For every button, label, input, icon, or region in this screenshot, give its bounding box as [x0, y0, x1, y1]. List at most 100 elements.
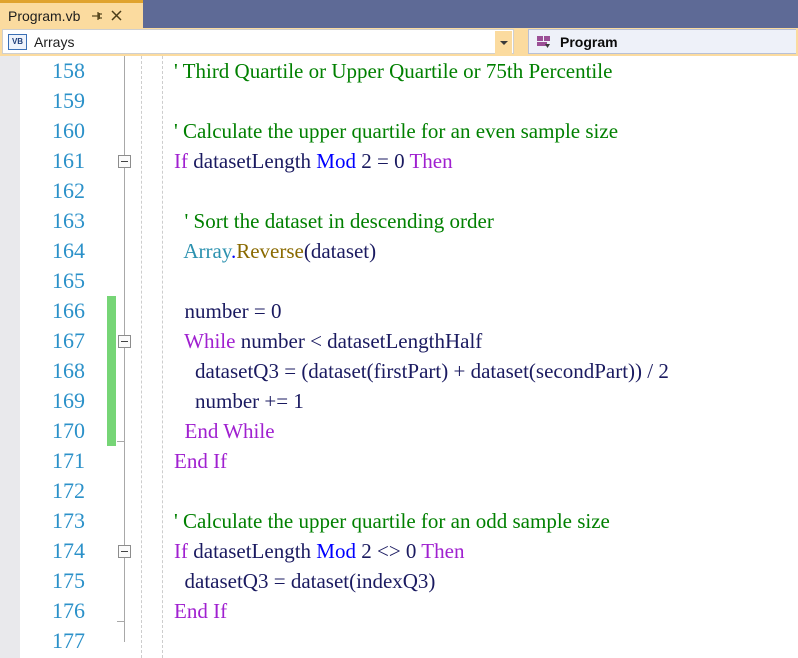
collapse-minus-icon[interactable] — [118, 545, 131, 558]
code-text: Array.Reverse(dataset) — [174, 236, 376, 266]
code-line[interactable]: 165 — [0, 266, 798, 296]
collapse-minus-icon[interactable] — [118, 335, 131, 348]
code-token: ' Calculate the upper quartile for an od… — [174, 509, 610, 533]
type-dropdown[interactable]: VB Arrays — [2, 29, 514, 54]
code-line[interactable]: 159 — [0, 86, 798, 116]
line-number: 175 — [52, 568, 85, 593]
close-icon[interactable] — [110, 9, 123, 22]
line-number: 161 — [52, 148, 85, 173]
code-editor[interactable]: 158 ' Third Quartile or Upper Quartile or… — [0, 56, 798, 658]
code-text: If datasetLength Mod 2 = 0 Then — [174, 146, 453, 176]
member-dropdown-value: Program — [560, 33, 618, 50]
line-number: 168 — [52, 358, 85, 383]
vb-file-icon: VB — [8, 33, 27, 50]
code-token: ' Sort the dataset in descending order — [174, 209, 494, 233]
code-token: (dataset) — [303, 239, 377, 263]
line-number: 167 — [52, 328, 85, 353]
code-line[interactable]: 162 — [0, 176, 798, 206]
line-number: 170 — [52, 418, 85, 443]
code-token: If — [174, 539, 194, 563]
tab-strip: Program.vb — [0, 0, 798, 28]
code-line[interactable]: 163 ' Sort the dataset in descending ord… — [0, 206, 798, 236]
navigation-bar: VB Arrays Program — [0, 28, 798, 56]
code-text: ' Calculate the upper quartile for an od… — [174, 506, 610, 536]
code-line[interactable]: 166 number = 0 — [0, 296, 798, 326]
line-number: 159 — [52, 88, 85, 113]
line-number: 166 — [52, 298, 85, 323]
code-token: number = 0 — [174, 299, 282, 323]
code-token: datasetLength — [193, 149, 317, 173]
code-line[interactable]: 176 End If — [0, 596, 798, 626]
code-text: number += 1 — [174, 386, 304, 416]
line-number: 162 — [52, 178, 85, 203]
code-token: End If — [174, 449, 228, 473]
code-token: number += 1 — [174, 389, 304, 413]
line-number: 169 — [52, 388, 85, 413]
editor-tab-program-vb[interactable]: Program.vb — [0, 0, 143, 28]
code-token: Then — [409, 149, 453, 173]
code-text: End While — [174, 416, 275, 446]
line-number: 165 — [52, 268, 85, 293]
code-line[interactable]: 161 If datasetLength Mod 2 = 0 Then — [0, 146, 798, 176]
code-line[interactable]: 169 number += 1 — [0, 386, 798, 416]
code-line[interactable]: 168 datasetQ3 = (dataset(firstPart) + da… — [0, 356, 798, 386]
code-token: End While — [184, 419, 275, 443]
code-text: number = 0 — [174, 296, 282, 326]
line-number: 171 — [52, 448, 85, 473]
code-token: datasetLength — [193, 539, 317, 563]
code-token: Mod — [316, 539, 362, 563]
code-line[interactable]: 167 While number < datasetLengthHalf — [0, 326, 798, 356]
code-line[interactable]: 172 — [0, 476, 798, 506]
collapse-minus-icon[interactable] — [118, 155, 131, 168]
code-token: While — [184, 329, 241, 353]
code-text: End If — [174, 596, 227, 626]
line-number: 177 — [52, 628, 85, 653]
code-text: End If — [174, 446, 227, 476]
code-token: ' Third Quartile or Upper Quartile or 75… — [174, 59, 613, 83]
line-number: 164 — [52, 238, 85, 263]
code-token: 2 <> 0 — [361, 539, 422, 563]
code-token: If — [174, 149, 194, 173]
line-number: 172 — [52, 478, 85, 503]
code-line[interactable]: 175 datasetQ3 = dataset(indexQ3) — [0, 566, 798, 596]
code-token: 2 = 0 — [361, 149, 410, 173]
code-text: While number < datasetLengthHalf — [174, 326, 482, 356]
code-token: Reverse — [236, 239, 304, 263]
code-token: Array — [183, 239, 231, 263]
code-token: number < datasetLengthHalf — [240, 329, 483, 353]
code-line[interactable]: 174 If datasetLength Mod 2 <> 0 Then — [0, 536, 798, 566]
code-token: datasetQ3 = dataset(indexQ3) — [174, 569, 436, 593]
code-line[interactable]: 171 End If — [0, 446, 798, 476]
code-text: ' Calculate the upper quartile for an ev… — [174, 116, 618, 146]
code-line[interactable]: 170 End While — [0, 416, 798, 446]
member-dropdown[interactable]: Program — [528, 29, 796, 54]
code-lines[interactable]: 158 ' Third Quartile or Upper Quartile or… — [0, 56, 798, 656]
code-line[interactable]: 164 Array.Reverse(dataset) — [0, 236, 798, 266]
code-text: ' Sort the dataset in descending order — [174, 206, 494, 236]
code-token: Mod — [316, 149, 362, 173]
line-number: 160 — [52, 118, 85, 143]
code-text: datasetQ3 = (dataset(firstPart) + datase… — [174, 356, 669, 386]
tab-label: Program.vb — [8, 7, 81, 24]
line-number: 163 — [52, 208, 85, 233]
code-text: ' Third Quartile or Upper Quartile or 75… — [174, 56, 612, 86]
chevron-down-icon[interactable] — [495, 31, 512, 54]
code-line[interactable]: 158 ' Third Quartile or Upper Quartile or… — [0, 56, 798, 86]
line-number: 158 — [52, 58, 85, 83]
code-line[interactable]: 173 ' Calculate the upper quartile for an… — [0, 506, 798, 536]
type-dropdown-value: Arrays — [34, 33, 75, 50]
code-line[interactable]: 160 ' Calculate the upper quartile for an… — [0, 116, 798, 146]
code-token: ' Calculate the upper quartile for an ev… — [174, 119, 619, 143]
method-member-icon — [536, 35, 552, 49]
pin-icon[interactable] — [89, 9, 103, 23]
code-line[interactable]: 177 — [0, 626, 798, 656]
code-token: datasetQ3 = (dataset(firstPart) + datase… — [174, 359, 669, 383]
line-number: 174 — [52, 538, 85, 563]
code-token: End If — [174, 599, 228, 623]
code-token: Then — [421, 539, 465, 563]
code-text: If datasetLength Mod 2 <> 0 Then — [174, 536, 464, 566]
line-number: 173 — [52, 508, 85, 533]
